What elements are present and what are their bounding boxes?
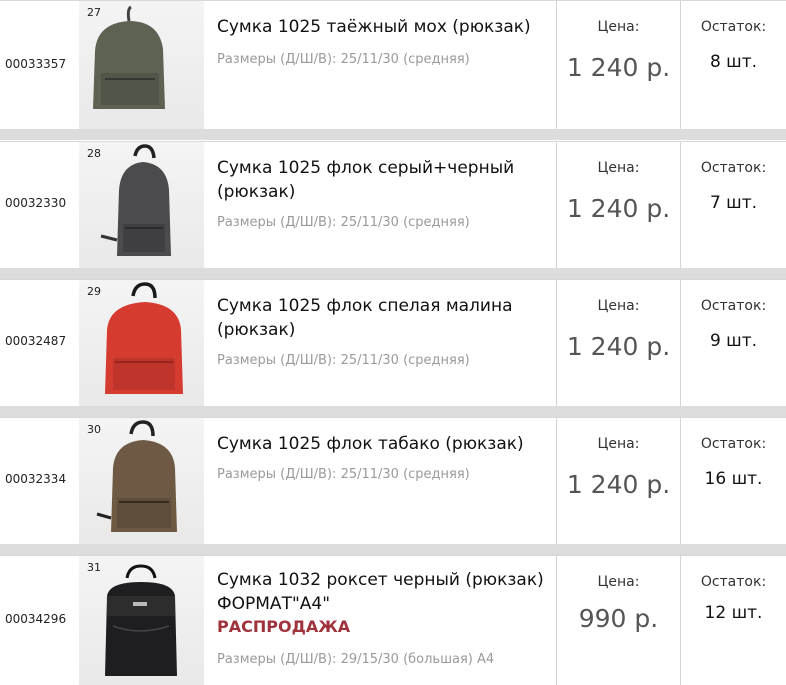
stock-label: Остаток:: [700, 19, 767, 35]
backpack-icon: [105, 282, 183, 394]
product-image[interactable]: [79, 280, 204, 408]
stock-value: 8 шт.: [709, 52, 758, 72]
backpack-icon: [100, 144, 171, 256]
article-number: 00033357: [5, 57, 67, 71]
product-title[interactable]: Сумка 1025 флок серый+черный (рюкзак): [217, 156, 552, 204]
product-row[interactable]: 00033357 27 Сумка 1025 таёжный мох (рюкз…: [0, 0, 786, 129]
product-title[interactable]: Сумка 1025 флок табако (рюкзак): [217, 432, 552, 456]
product-row[interactable]: 00032487 29 Сумка 1025 флок спелая малин…: [0, 279, 786, 408]
backpack-icon: [93, 5, 165, 109]
product-title-text[interactable]: Сумка 1025 флок спелая малина (рюкзак): [217, 296, 513, 340]
price-label: Цена:: [597, 19, 640, 35]
price-label: Цена:: [597, 298, 640, 314]
product-list: 00033357 27 Сумка 1025 таёжный мох (рюкз…: [0, 0, 786, 685]
stock-label: Остаток:: [700, 160, 767, 176]
row-separator: [0, 406, 786, 417]
item-index: 31: [87, 561, 101, 574]
stock-value: 9 шт.: [709, 331, 758, 351]
product-title-text[interactable]: Сумка 1025 флок серый+черный (рюкзак): [217, 158, 514, 202]
product-title[interactable]: Сумка 1032 роксет черный (рюкзак) ФОРМАТ…: [217, 568, 552, 638]
product-title[interactable]: Сумка 1025 флок спелая малина (рюкзак): [217, 294, 552, 342]
product-row[interactable]: 00032330 28 Сумка 1025 флок серый+черный…: [0, 141, 786, 270]
backpack-icon: [105, 564, 177, 676]
article-number: 00032487: [5, 334, 67, 348]
product-image[interactable]: [79, 418, 204, 546]
item-index: 29: [87, 285, 101, 298]
product-image[interactable]: [79, 1, 204, 129]
sale-badge: РАСПРОДАЖА: [217, 617, 351, 636]
product-title-text[interactable]: Сумка 1025 флок табако (рюкзак): [217, 434, 524, 454]
row-separator: [0, 544, 786, 555]
price-label: Цена:: [597, 574, 640, 590]
price-label: Цена:: [597, 436, 640, 452]
price-value: 1 240 р.: [566, 53, 671, 82]
stock-label: Остаток:: [700, 436, 767, 452]
price-value: 1 240 р.: [566, 194, 671, 223]
row-separator: [0, 268, 786, 279]
article-number: 00032334: [5, 472, 67, 486]
price-value: 1 240 р.: [566, 470, 671, 499]
backpack-icon: [96, 420, 177, 532]
product-row[interactable]: 00034296 31 Сумка 1032 роксет черный (рю…: [0, 555, 786, 685]
product-sizes: Размеры (Д/Ш/В): 29/15/30 (большая) А4: [217, 652, 495, 667]
product-sizes: Размеры (Д/Ш/В): 25/11/30 (средняя): [217, 215, 470, 230]
stock-value: 12 шт.: [704, 603, 763, 623]
product-sizes: Размеры (Д/Ш/В): 25/11/30 (средняя): [217, 353, 470, 368]
stock-value: 7 шт.: [709, 193, 758, 213]
price-value: 1 240 р.: [566, 332, 671, 361]
product-image[interactable]: [79, 142, 204, 270]
stock-value: 16 шт.: [704, 469, 763, 489]
item-index: 27: [87, 6, 101, 19]
product-title[interactable]: Сумка 1025 таёжный мох (рюкзак): [217, 15, 552, 39]
article-number: 00032330: [5, 196, 67, 210]
article-number: 00034296: [5, 612, 67, 626]
product-row[interactable]: 00032334 30 Сумка 1025 флок табако (рюкз…: [0, 417, 786, 546]
product-sizes: Размеры (Д/Ш/В): 25/11/30 (средняя): [217, 52, 470, 67]
product-sizes: Размеры (Д/Ш/В): 25/11/30 (средняя): [217, 467, 470, 482]
price-value: 990 р.: [578, 604, 659, 633]
price-label: Цена:: [597, 160, 640, 176]
item-index: 30: [87, 423, 101, 436]
product-title-text[interactable]: Сумка 1032 роксет черный (рюкзак) ФОРМАТ…: [217, 570, 544, 614]
product-title-text[interactable]: Сумка 1025 таёжный мох (рюкзак): [217, 17, 531, 37]
row-separator: [0, 129, 786, 140]
product-image[interactable]: [79, 556, 204, 685]
stock-label: Остаток:: [700, 574, 767, 590]
item-index: 28: [87, 147, 101, 160]
stock-label: Остаток:: [700, 298, 767, 314]
